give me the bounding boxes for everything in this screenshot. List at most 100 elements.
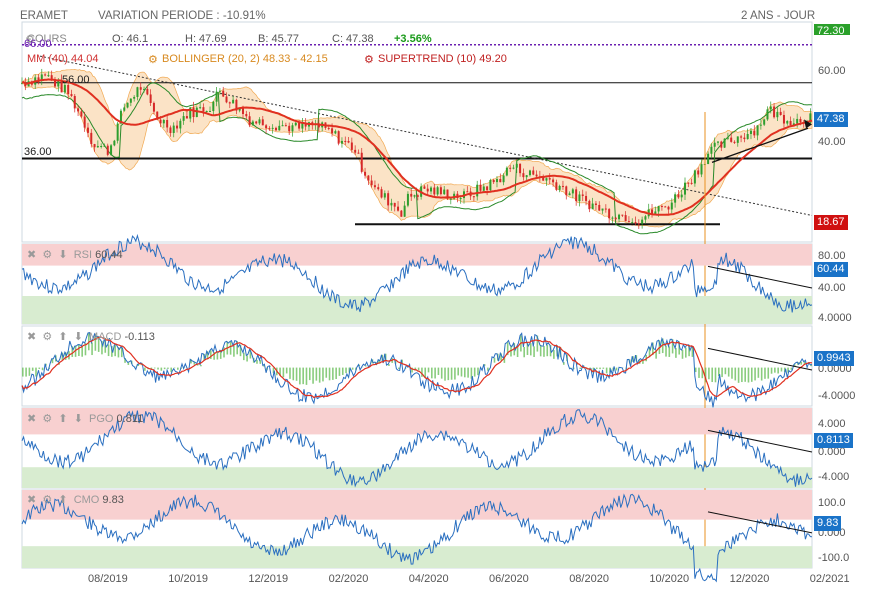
macd-histogram-bar: [163, 367, 166, 370]
x-tick-label: 04/2020: [408, 573, 449, 585]
candle-body: [222, 90, 225, 97]
candle-body: [159, 119, 162, 124]
macd-tick: -4.0000: [818, 390, 856, 402]
candle-body: [700, 164, 703, 175]
candle-body: [571, 189, 574, 194]
candle-body: [350, 142, 353, 150]
supertrend-value: 49.20: [479, 53, 507, 65]
macd-histogram-bar: [529, 343, 532, 356]
macd-histogram-bar: [724, 367, 727, 375]
macd-histogram-bar: [457, 367, 460, 376]
macd-histogram-bar: [777, 367, 779, 374]
macd-histogram-bar: [721, 367, 723, 378]
candle-body: [591, 203, 594, 210]
candle-body: [367, 175, 370, 181]
gear-icon[interactable]: ⚙: [148, 53, 158, 66]
cmo-last-tag: 9.83: [814, 516, 842, 531]
macd-histogram-bar: [338, 367, 341, 376]
candle-body: [459, 198, 462, 200]
candle-body: [403, 205, 406, 217]
macd-histogram-bar: [282, 367, 285, 378]
arrow-down-icon[interactable]: ⬇: [74, 413, 83, 425]
macd-histogram-bar: [160, 367, 163, 371]
candle-body: [660, 206, 663, 208]
candle-body: [548, 178, 551, 180]
mm-legend[interactable]: MM (40) 44.04: [27, 53, 99, 65]
arrow-down-icon[interactable]: ⬇: [74, 331, 83, 343]
candle-body: [146, 88, 149, 95]
candle-body: [152, 102, 155, 112]
macd-value: -0.113: [124, 331, 155, 343]
level-66-label: 66.00: [24, 38, 52, 50]
pgo-label: PGO: [89, 413, 114, 425]
candle-body: [601, 208, 604, 211]
macd-histogram-bar: [516, 346, 519, 358]
close-icon[interactable]: ✖: [27, 494, 36, 506]
macd-histogram-bar: [437, 367, 440, 376]
cmo-tick: -100.0: [818, 552, 850, 564]
last-price-tag: 47.38: [814, 112, 848, 127]
symbol-title: ERAMET: [20, 10, 68, 22]
candle-body: [766, 109, 769, 120]
gear-icon[interactable]: ⚙: [42, 494, 52, 506]
candle-body: [479, 184, 482, 191]
gear-icon[interactable]: ⚙: [42, 249, 52, 261]
candle-body: [707, 153, 710, 165]
arrow-down-icon[interactable]: ⬇: [58, 249, 67, 261]
candle-body: [495, 179, 498, 183]
candle-body: [492, 180, 495, 183]
macd-histogram-bar: [543, 346, 545, 357]
gear-icon[interactable]: ⚙: [42, 331, 52, 343]
chart-area: [21, 21, 813, 583]
gear-icon[interactable]: ⚙: [364, 53, 374, 66]
candle-body: [110, 145, 113, 155]
candle-body: [723, 138, 726, 148]
macd-histogram-bar: [615, 367, 618, 371]
candle-body: [657, 206, 660, 212]
candle-body: [637, 223, 640, 225]
cmo-value: 9.83: [102, 494, 124, 506]
bollinger-legend[interactable]: BOLLINGER (20, 2) 48.33 - 42.15: [162, 53, 328, 65]
candle-body: [360, 152, 363, 172]
close-icon[interactable]: ✖: [27, 331, 36, 343]
candle-body: [505, 167, 508, 176]
arrow-up-icon[interactable]: ⬆: [58, 331, 67, 343]
candle-body: [575, 189, 578, 202]
macd-histogram-bar: [444, 367, 446, 381]
macd-histogram-bar: [698, 367, 700, 378]
macd-histogram-bar: [760, 367, 763, 381]
candle-body: [268, 128, 271, 130]
gear-icon[interactable]: ⚙: [42, 413, 52, 425]
macd-histogram-bar: [731, 367, 733, 379]
macd-histogram-bar: [727, 367, 730, 377]
candle-body: [631, 222, 634, 224]
pgo-controls: ✖ ⚙ ⬆ ⬇ PGO 0.811: [27, 412, 143, 425]
candle-body: [759, 124, 762, 126]
close-icon[interactable]: ✖: [27, 413, 36, 425]
macd-histogram-bar: [764, 367, 766, 379]
period-selector[interactable]: 2 ANS - JOUR: [741, 10, 815, 22]
macd-histogram-bar: [322, 367, 324, 382]
x-tick-label: 06/2020: [489, 573, 529, 585]
macd-histogram-bar: [602, 367, 605, 369]
macd-histogram-bar: [305, 367, 308, 385]
rsi-last-tag: 60.44: [814, 262, 848, 277]
macd-histogram-bar: [233, 345, 235, 357]
open-value: O: 46.1: [112, 33, 149, 45]
macd-histogram-bar: [243, 352, 245, 361]
candle-body: [618, 214, 621, 220]
candle-body: [80, 111, 83, 117]
macd-histogram-bar: [35, 367, 37, 377]
candle-body: [611, 217, 614, 219]
arrow-up-icon[interactable]: ⬆: [58, 494, 67, 506]
price-tick: 40.00: [818, 136, 846, 148]
supertrend-legend[interactable]: SUPERTREND (10) 49.20: [378, 53, 507, 65]
candle-body: [176, 125, 179, 129]
arrow-up-icon[interactable]: ⬆: [58, 413, 67, 425]
macd-histogram-bar: [417, 367, 420, 371]
bollinger-value: 48.33 - 42.15: [262, 53, 328, 65]
close-icon[interactable]: ✖: [27, 249, 36, 261]
candle-body: [726, 137, 729, 139]
rsi-controls: ✖ ⚙ ⬇ RSI 60.44: [27, 248, 123, 261]
macd-controls: ✖ ⚙ ⬆ ⬇ MACD -0.113: [27, 330, 155, 343]
